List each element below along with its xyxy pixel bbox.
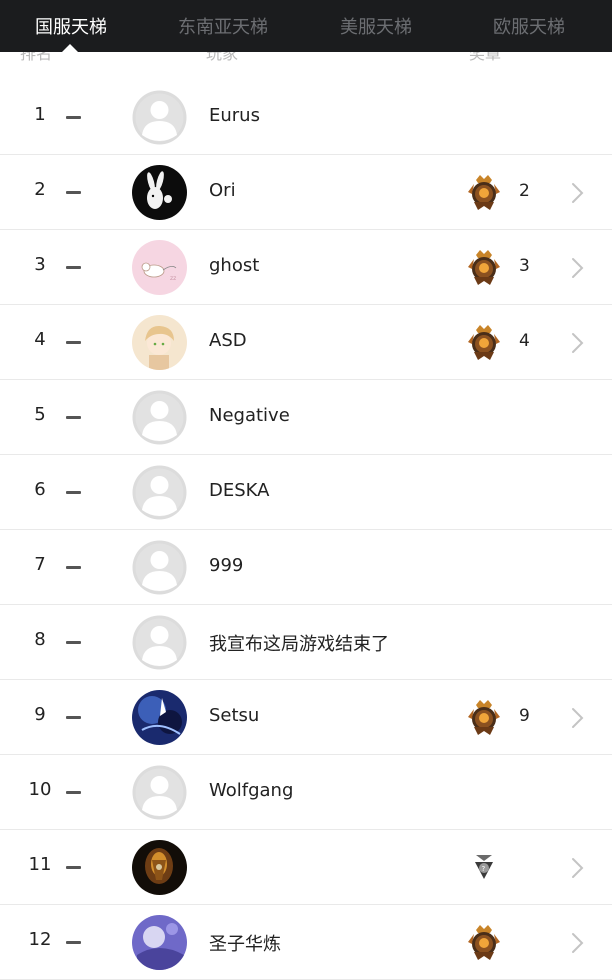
ladder-tab-bar: 国服天梯 东南亚天梯 美服天梯 欧服天梯	[0, 0, 612, 52]
player-name[interactable]: 我宣布这局游戏结束了	[209, 630, 389, 656]
chevron-right-icon[interactable]	[570, 332, 584, 354]
rank-unchanged-icon	[66, 341, 81, 344]
ladder-row: 6 DESKA	[0, 455, 612, 530]
rank-number: 7	[34, 554, 46, 575]
ladder-row[interactable]: 3 zz ghost 3	[0, 230, 612, 305]
default-avatar-icon[interactable]	[132, 765, 187, 820]
rank-unchanged-icon	[66, 116, 81, 119]
rank-unchanged-icon	[66, 941, 81, 944]
rank-unchanged-icon	[66, 566, 81, 569]
medal-count: 3	[519, 256, 530, 276]
player-name[interactable]: DESKA	[209, 480, 269, 501]
player-name[interactable]: ghost	[209, 255, 259, 276]
rank-unchanged-icon	[66, 491, 81, 494]
ladder-row[interactable]: 9 Setsu 9	[0, 680, 612, 755]
rank-unchanged-icon	[66, 791, 81, 794]
column-player: 玩家	[206, 52, 239, 63]
immortal-medal-icon	[464, 247, 504, 287]
player-name[interactable]: Setsu	[209, 705, 259, 726]
immortal-medal-icon	[464, 697, 504, 737]
default-avatar-icon[interactable]	[132, 90, 187, 145]
rank-number: 9	[34, 704, 46, 725]
rank-number: 10	[28, 779, 52, 800]
ladder-row[interactable]: 11?	[0, 830, 612, 905]
ladder-list: 1 Eurus 2 Ori 2 3 zz ghost 3 4 ASD 4 5 Negative 6 DESKA…	[0, 80, 612, 980]
ladder-row: 7 999	[0, 530, 612, 605]
medal-count: 9	[519, 706, 530, 726]
column-header: 排名 玩家 奖章	[0, 52, 612, 81]
ladder-row[interactable]: 4 ASD 4	[0, 305, 612, 380]
chevron-right-icon[interactable]	[570, 257, 584, 279]
rank-unchanged-icon	[66, 191, 81, 194]
player-name[interactable]: Negative	[209, 405, 290, 426]
dark-portrait-avatar[interactable]	[132, 840, 187, 895]
rank-unchanged-icon	[66, 716, 81, 719]
rank-number: 3	[34, 254, 46, 275]
default-avatar-icon[interactable]	[132, 615, 187, 670]
chevron-right-icon[interactable]	[570, 182, 584, 204]
ladder-row[interactable]: 12 圣子华炼	[0, 905, 612, 980]
default-avatar-icon[interactable]	[132, 390, 187, 445]
rabbit-avatar[interactable]	[132, 165, 187, 220]
ladder-row: 10 Wolfgang	[0, 755, 612, 830]
player-name[interactable]: Eurus	[209, 105, 260, 126]
tab-china-ladder[interactable]: 国服天梯	[35, 13, 107, 41]
rank-number: 11	[28, 854, 52, 875]
ladder-row: 8 我宣布这局游戏结束了	[0, 605, 612, 680]
blue-art-avatar[interactable]	[132, 690, 187, 745]
player-name[interactable]: 999	[209, 555, 243, 576]
tab-sea-ladder[interactable]: 东南亚天梯	[178, 13, 268, 41]
ladder-row: 5 Negative	[0, 380, 612, 455]
tab-eu-ladder[interactable]: 欧服天梯	[493, 13, 565, 41]
pink-cat-avatar[interactable]: zz	[132, 240, 187, 295]
svg-text:zz: zz	[170, 275, 176, 282]
rank-number: 8	[34, 629, 46, 650]
rank-number: 4	[34, 329, 46, 350]
active-tab-indicator	[61, 44, 79, 53]
chevron-right-icon[interactable]	[570, 857, 584, 879]
small-silver-medal-icon: ?	[464, 847, 504, 887]
rank-number: 6	[34, 479, 46, 500]
immortal-medal-icon	[464, 172, 504, 212]
player-name[interactable]: ASD	[209, 330, 247, 351]
player-name[interactable]: 圣子华炼	[209, 930, 281, 956]
immortal-medal-icon	[464, 322, 504, 362]
column-medal: 奖章	[469, 52, 502, 63]
default-avatar-icon[interactable]	[132, 465, 187, 520]
rank-unchanged-icon	[66, 866, 81, 869]
default-avatar-icon[interactable]	[132, 540, 187, 595]
rank-unchanged-icon	[66, 416, 81, 419]
chevron-right-icon[interactable]	[570, 932, 584, 954]
rank-number: 2	[34, 179, 46, 200]
tab-us-ladder[interactable]: 美服天梯	[340, 13, 412, 41]
rank-unchanged-icon	[66, 266, 81, 269]
anime-avatar[interactable]	[132, 315, 187, 370]
rank-number: 5	[34, 404, 46, 425]
immortal-medal-icon	[464, 922, 504, 962]
ladder-row: 1 Eurus	[0, 80, 612, 155]
purple-avatar[interactable]	[132, 915, 187, 970]
rank-number: 12	[28, 929, 52, 950]
player-name[interactable]: Ori	[209, 180, 236, 201]
player-name[interactable]: Wolfgang	[209, 780, 293, 801]
chevron-right-icon[interactable]	[570, 707, 584, 729]
medal-count: 4	[519, 331, 530, 351]
ladder-row[interactable]: 2 Ori 2	[0, 155, 612, 230]
svg-text:?: ?	[482, 865, 486, 873]
medal-count: 2	[519, 181, 530, 201]
column-rank: 排名	[20, 52, 53, 63]
rank-number: 1	[34, 104, 46, 125]
rank-unchanged-icon	[66, 641, 81, 644]
